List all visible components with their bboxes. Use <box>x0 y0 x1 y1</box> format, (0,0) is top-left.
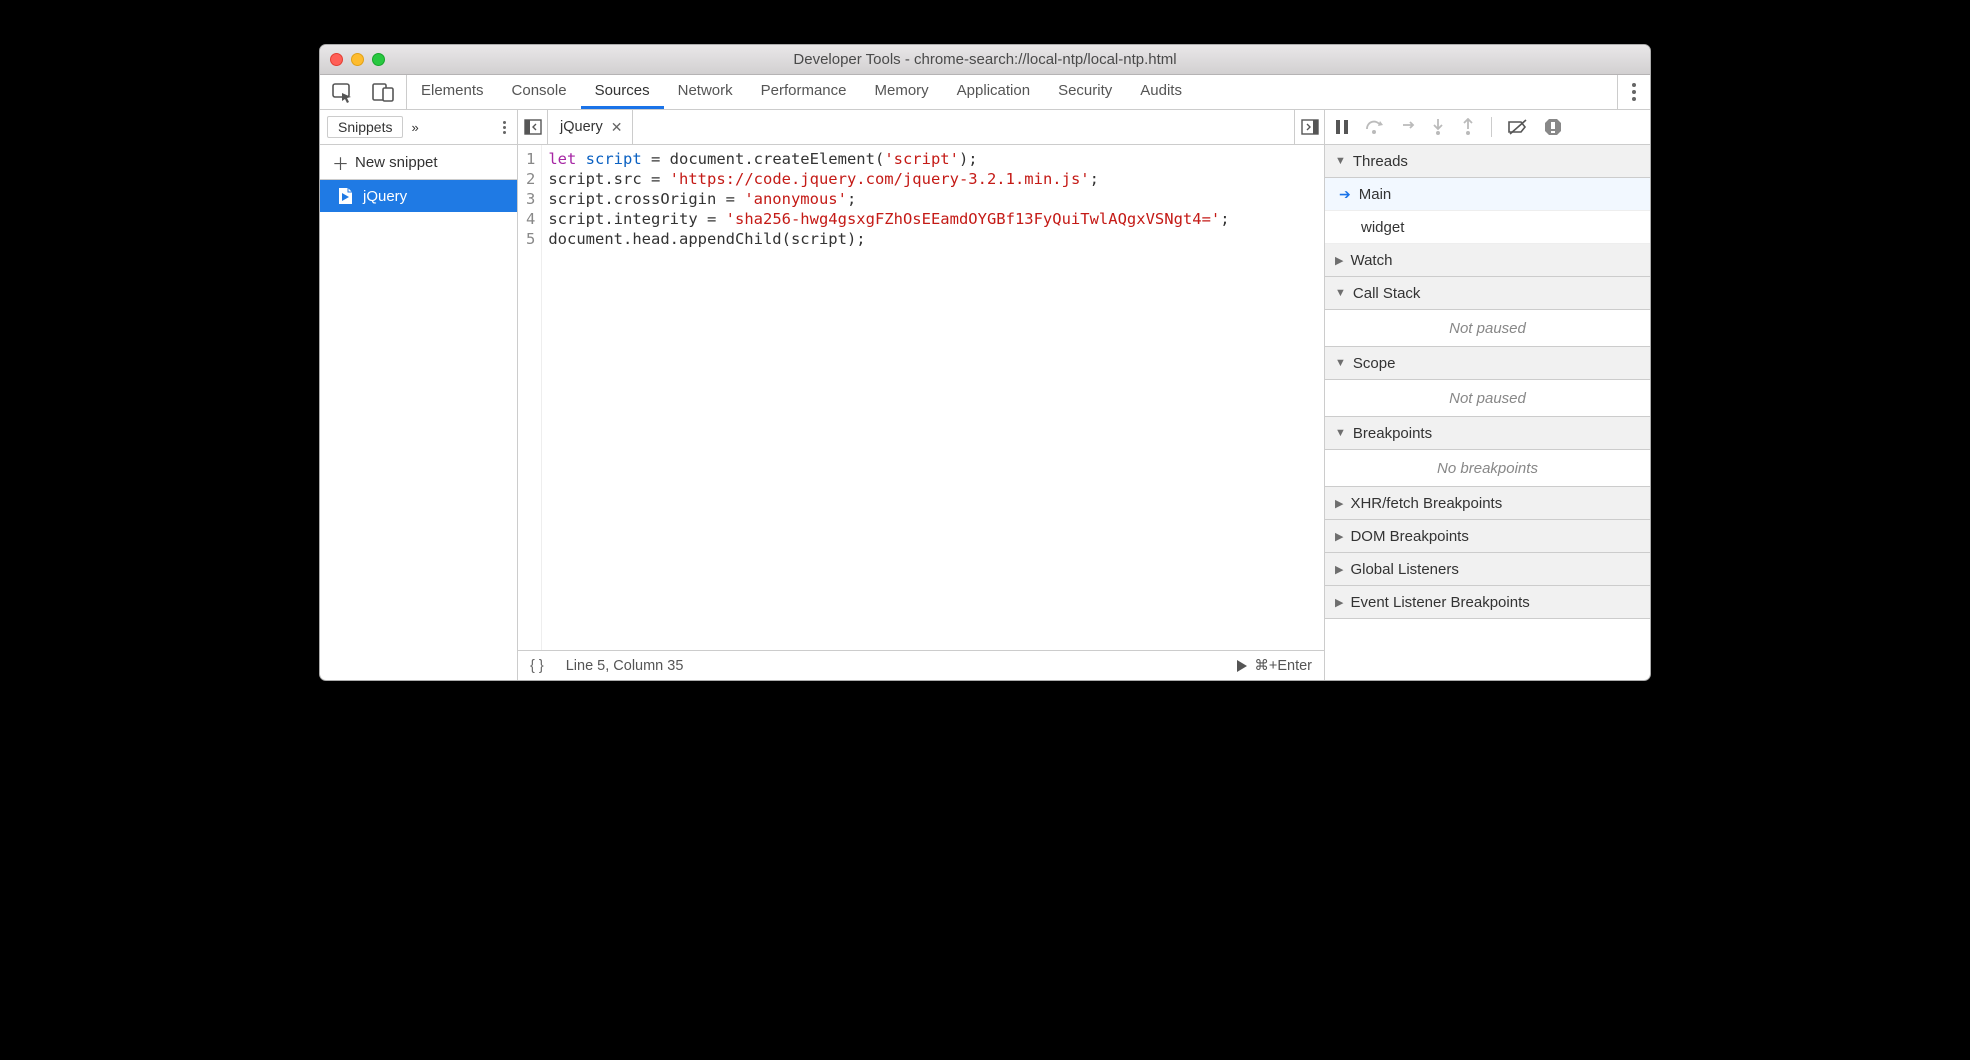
snippets-tab[interactable]: Snippets <box>327 116 403 138</box>
scope-section-header[interactable]: ▼ Scope <box>1325 347 1650 380</box>
snippet-item-label: jQuery <box>363 188 407 205</box>
code-content: let script = document.createElement('scr… <box>542 145 1229 650</box>
show-navigator-icon[interactable] <box>518 110 548 144</box>
run-snippet-hint[interactable]: ⌘+Enter <box>1236 658 1312 674</box>
plus-icon: ＋ <box>332 150 349 175</box>
minimize-window-button[interactable] <box>351 53 364 66</box>
panel-tabs: ElementsConsoleSourcesNetworkPerformance… <box>407 75 1196 109</box>
callstack-section-header[interactable]: ▼ Call Stack <box>1325 277 1650 310</box>
new-snippet-label: New snippet <box>355 154 438 171</box>
debugger-toolbar <box>1325 110 1650 145</box>
debugger-column: ▼ Threads ➔ Main widget ▶ Watch ▼ Call Stack… <box>1325 110 1650 680</box>
panel-body: Snippets » ＋ New snippet jQuery jQuery <box>320 110 1650 680</box>
deactivate-breakpoints-icon[interactable] <box>1508 119 1528 135</box>
step-over-icon[interactable] <box>1365 119 1385 135</box>
pause-icon[interactable] <box>1335 119 1349 135</box>
navigator-column: Snippets » ＋ New snippet jQuery <box>320 110 518 680</box>
triangle-right-icon: ▶ <box>1335 596 1343 609</box>
step-in-icon[interactable] <box>1431 118 1445 136</box>
editor-tabbar: jQuery ✕ <box>518 110 1324 145</box>
threads-label: Threads <box>1353 153 1408 170</box>
editor-file-tab-label: jQuery <box>560 119 603 135</box>
tab-memory[interactable]: Memory <box>861 75 943 109</box>
triangle-right-icon: ▶ <box>1335 563 1343 576</box>
devtools-window: Developer Tools - chrome-search://local-… <box>319 44 1651 681</box>
navigator-more-icon[interactable] <box>503 121 506 134</box>
tab-audits[interactable]: Audits <box>1126 75 1196 109</box>
global-label: Global Listeners <box>1350 561 1458 578</box>
close-window-button[interactable] <box>330 53 343 66</box>
tab-application[interactable]: Application <box>943 75 1044 109</box>
editor-column: jQuery ✕ 12345 let script = document.cre… <box>518 110 1325 680</box>
more-options-icon[interactable] <box>1632 83 1636 101</box>
snippet-file-icon <box>338 187 353 205</box>
dom-breakpoints-section-header[interactable]: ▶ DOM Breakpoints <box>1325 520 1650 553</box>
triangle-right-icon: ▶ <box>1335 497 1343 510</box>
tab-elements[interactable]: Elements <box>407 75 498 109</box>
triangle-down-icon: ▼ <box>1335 427 1346 439</box>
new-snippet-button[interactable]: ＋ New snippet <box>320 145 517 180</box>
window-titlebar: Developer Tools - chrome-search://local-… <box>320 45 1650 75</box>
breakpoints-placeholder: No breakpoints <box>1325 450 1650 487</box>
play-icon <box>1236 659 1248 673</box>
thread-item-widget[interactable]: widget <box>1325 211 1650 244</box>
triangle-down-icon: ▼ <box>1335 155 1346 167</box>
editor-statusbar: { } Line 5, Column 35 ⌘+Enter <box>518 650 1324 680</box>
window-title: Developer Tools - chrome-search://local-… <box>320 51 1650 68</box>
triangle-right-icon: ▶ <box>1335 254 1343 267</box>
tab-performance[interactable]: Performance <box>747 75 861 109</box>
scope-placeholder: Not paused <box>1325 380 1650 417</box>
zoom-window-button[interactable] <box>372 53 385 66</box>
step-out-icon[interactable] <box>1461 118 1475 136</box>
snippet-item-jquery[interactable]: jQuery <box>320 180 517 212</box>
editor-file-tab[interactable]: jQuery ✕ <box>548 110 633 144</box>
inspect-element-icon[interactable] <box>332 81 354 103</box>
thread-label: widget <box>1361 219 1404 236</box>
pause-on-exceptions-icon[interactable] <box>1544 118 1562 136</box>
xhr-breakpoints-section-header[interactable]: ▶ XHR/fetch Breakpoints <box>1325 487 1650 520</box>
toolbar-overflow <box>1617 75 1650 109</box>
global-listeners-section-header[interactable]: ▶ Global Listeners <box>1325 553 1650 586</box>
code-editor[interactable]: 12345 let script = document.createElemen… <box>518 145 1324 650</box>
thread-label: Main <box>1359 186 1392 203</box>
callstack-placeholder: Not paused <box>1325 310 1650 347</box>
run-shortcut-label: ⌘+Enter <box>1254 658 1312 674</box>
line-gutter: 12345 <box>518 145 542 650</box>
navigator-tabs: Snippets » <box>320 110 517 145</box>
event-label: Event Listener Breakpoints <box>1350 594 1529 611</box>
close-tab-icon[interactable]: ✕ <box>611 119 623 136</box>
watch-section-header[interactable]: ▶ Watch <box>1325 244 1650 277</box>
inspect-controls <box>320 75 407 109</box>
scope-label: Scope <box>1353 355 1396 372</box>
triangle-down-icon: ▼ <box>1335 287 1346 299</box>
cursor-position: Line 5, Column 35 <box>566 658 684 674</box>
step-into-icon[interactable] <box>1401 119 1415 135</box>
triangle-down-icon: ▼ <box>1335 357 1346 369</box>
main-toolbar: ElementsConsoleSourcesNetworkPerformance… <box>320 75 1650 110</box>
callstack-label: Call Stack <box>1353 285 1421 302</box>
tab-network[interactable]: Network <box>664 75 747 109</box>
window-controls <box>330 53 385 66</box>
tab-security[interactable]: Security <box>1044 75 1126 109</box>
threads-section-header[interactable]: ▼ Threads <box>1325 145 1650 178</box>
watch-label: Watch <box>1350 252 1392 269</box>
show-debugger-icon[interactable] <box>1294 110 1324 144</box>
triangle-right-icon: ▶ <box>1335 530 1343 543</box>
thread-item-main[interactable]: ➔ Main <box>1325 178 1650 211</box>
tab-console[interactable]: Console <box>498 75 581 109</box>
current-thread-arrow-icon: ➔ <box>1339 186 1351 203</box>
dom-label: DOM Breakpoints <box>1350 528 1468 545</box>
pretty-print-button[interactable]: { } <box>530 658 544 674</box>
device-toolbar-icon[interactable] <box>372 82 394 102</box>
xhr-label: XHR/fetch Breakpoints <box>1350 495 1502 512</box>
breakpoints-label: Breakpoints <box>1353 425 1432 442</box>
tab-sources[interactable]: Sources <box>581 75 664 109</box>
breakpoints-section-header[interactable]: ▼ Breakpoints <box>1325 417 1650 450</box>
navigator-overflow-icon[interactable]: » <box>411 120 418 135</box>
event-listener-breakpoints-section-header[interactable]: ▶ Event Listener Breakpoints <box>1325 586 1650 619</box>
